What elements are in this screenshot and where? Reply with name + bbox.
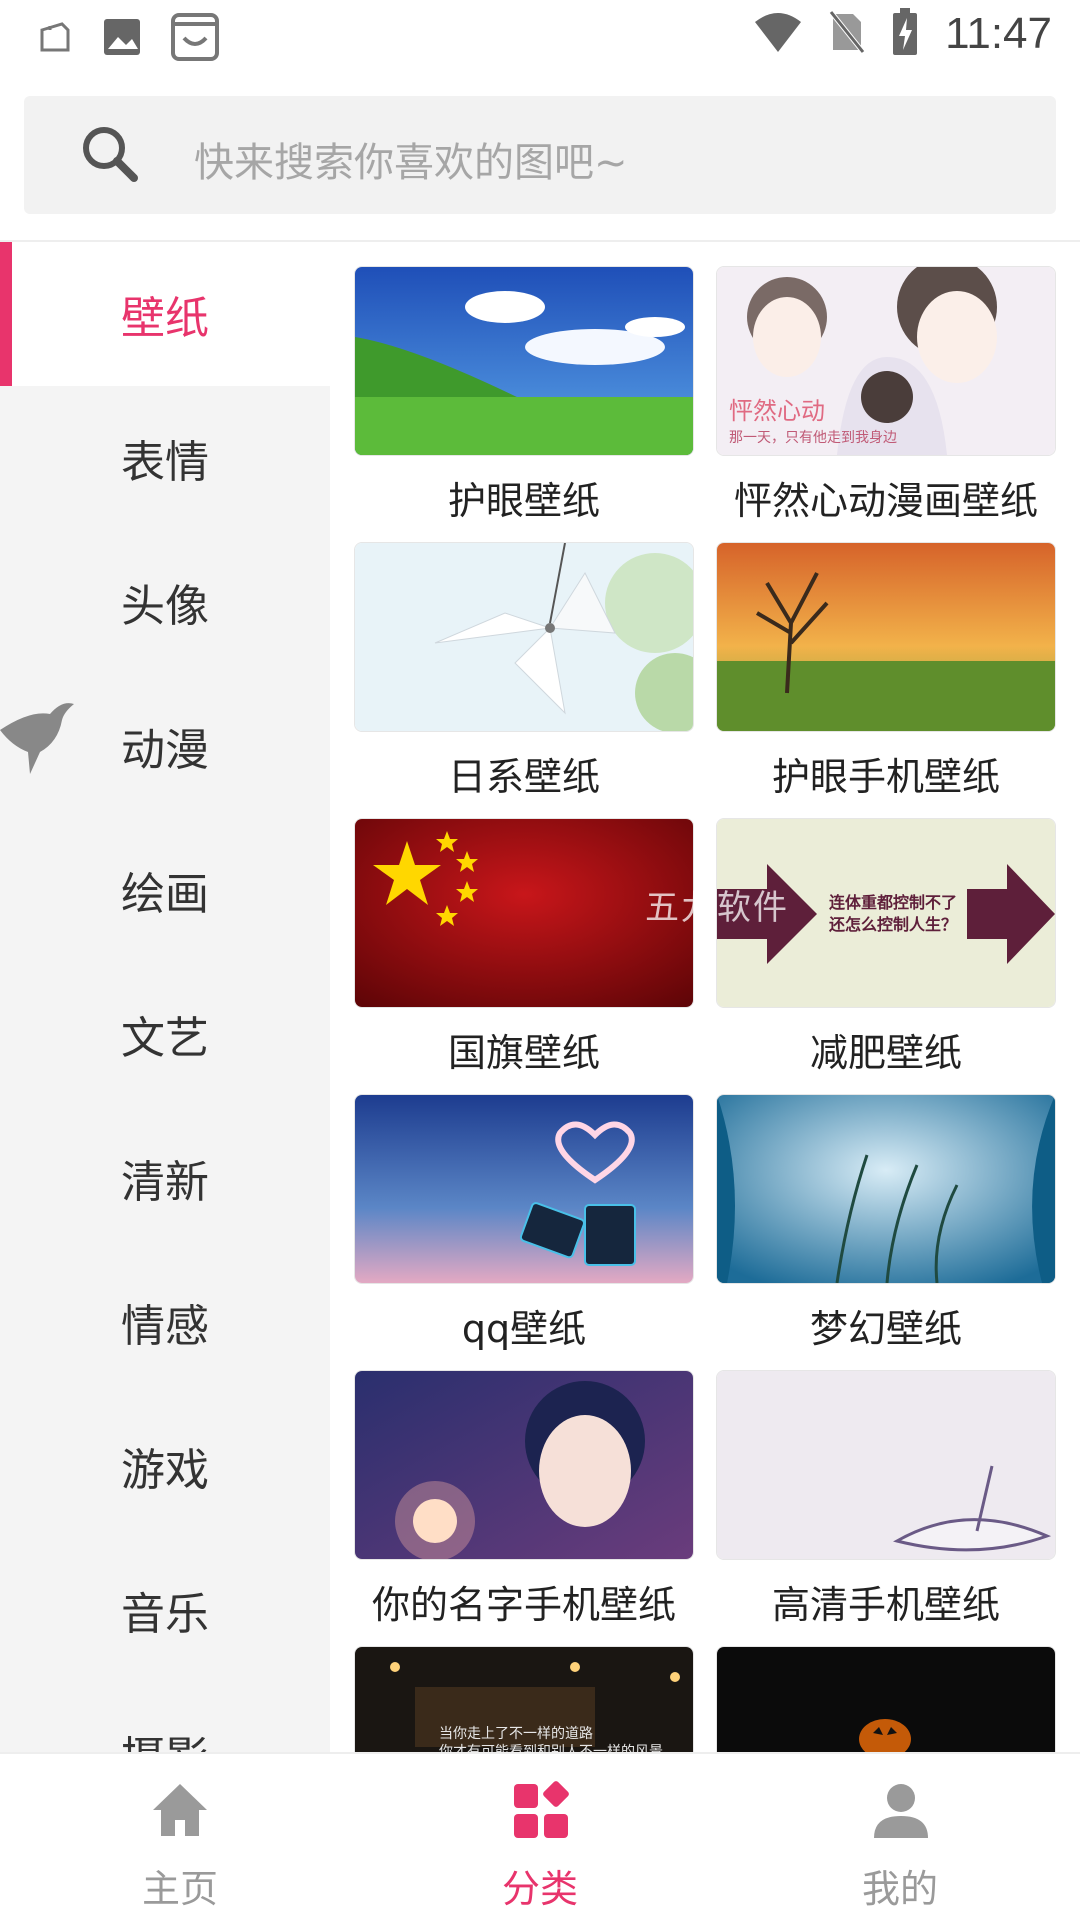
thumb-subtitle: 你才有可能看到和别人不一样的风景 (439, 1744, 663, 1752)
sidebar-item-label: 摄影 (121, 1722, 209, 1752)
category-sidebar[interactable]: 壁纸 表情 头像 动漫 绘画 文艺 清新 情感 游戏 音乐 摄影 (0, 242, 330, 1752)
search-icon (76, 120, 146, 190)
grid-item[interactable]: 国旗壁纸 (354, 818, 694, 1077)
sidebar-item-fresh[interactable]: 清新 (0, 1106, 330, 1250)
nav-category[interactable]: 分类 (360, 1754, 720, 1922)
grid-item-label: 国旗壁纸 (447, 1031, 600, 1075)
bottom-navigation: 主页 分类 我的 (0, 1752, 1080, 1922)
grid-item-label: 日系壁纸 (447, 755, 600, 799)
grid-item[interactable] (716, 1646, 1056, 1752)
home-icon (149, 1780, 211, 1842)
grid-item-label: 怦然心动漫画壁纸 (733, 479, 1038, 523)
national-flag-thumbnail[interactable] (354, 818, 694, 1008)
sidebar-item-label: 头像 (121, 581, 209, 632)
pinwheel-thumbnail[interactable] (354, 542, 694, 732)
sidebar-item-label: 动漫 (121, 725, 209, 776)
grid-item[interactable]: 日系壁纸 (354, 542, 694, 801)
night-street-thumbnail[interactable]: 当你走上了不一样的道路 你才有可能看到和别人不一样的风景 (354, 1646, 694, 1752)
umbrella-thumbnail[interactable] (716, 1370, 1056, 1560)
search-placeholder[interactable]: 快来搜索你喜欢的图吧~ (194, 130, 628, 188)
sidebar-item-label: 绘画 (121, 869, 209, 920)
nav-home[interactable]: 主页 (0, 1754, 360, 1922)
wallpaper-grid[interactable]: 护眼壁纸 怦然心动 那一天，只有他走到我身边 怦然心动漫画壁纸 日系壁纸 护眼手… (330, 242, 1080, 1752)
thumb-subtitle: 那一天，只有他走到我身边 (729, 430, 897, 446)
sidebar-item-emotion[interactable]: 情感 (0, 1250, 330, 1394)
dream-moon-thumbnail[interactable] (716, 1094, 1056, 1284)
sunset-tree-thumbnail[interactable] (716, 542, 1056, 732)
grid-item-label: 高清手机壁纸 (771, 1583, 1000, 1627)
image-notification-icon (102, 17, 142, 61)
notification-icons (36, 12, 220, 66)
search-bar[interactable]: 快来搜索你喜欢的图吧~ (24, 96, 1056, 214)
nav-label: 我的 (861, 1867, 938, 1911)
grid-item-label: 减肥壁纸 (809, 1031, 962, 1075)
active-indicator (0, 242, 12, 386)
grid-item[interactable]: 护眼手机壁纸 (716, 542, 1056, 801)
lighter-heart-thumbnail[interactable] (354, 1094, 694, 1284)
status-bar: 11:47 (0, 0, 1080, 72)
battery-charging-icon (891, 8, 919, 60)
sidebar-item-emoji[interactable]: 表情 (0, 386, 330, 530)
sidebar-item-label: 文艺 (121, 1013, 209, 1064)
grid-item[interactable]: 连体重都控制不了 还怎么控制人生？ 减肥壁纸 (716, 818, 1056, 1077)
sidebar-item-label: 音乐 (121, 1589, 209, 1640)
thumb-subtitle: 还怎么控制人生？ (829, 915, 958, 934)
grid-item[interactable]: 高清手机壁纸 (716, 1370, 1056, 1629)
grid-item[interactable]: 你的名字手机壁纸 (354, 1370, 694, 1629)
grid-item[interactable]: qq壁纸 (354, 1094, 694, 1353)
grid-item[interactable]: 怦然心动 那一天，只有他走到我身边 怦然心动漫画壁纸 (716, 266, 1056, 525)
category-icon (510, 1780, 572, 1842)
sidebar-item-label: 清新 (121, 1157, 209, 1208)
bag-notification-icon (36, 18, 74, 60)
manga-couple-thumbnail[interactable]: 怦然心动 那一天，只有他走到我身边 (716, 266, 1056, 456)
grid-item-label: 护眼壁纸 (447, 479, 600, 523)
wifi-icon (753, 12, 803, 56)
grid-item-label: qq壁纸 (461, 1307, 587, 1351)
your-name-thumbnail[interactable] (354, 1370, 694, 1560)
sidebar-item-game[interactable]: 游戏 (0, 1394, 330, 1538)
thumb-title: 怦然心动 (729, 397, 825, 425)
sidebar-item-music[interactable]: 音乐 (0, 1538, 330, 1682)
grid-item[interactable]: 梦幻壁纸 (716, 1094, 1056, 1353)
thumb-title: 当你走上了不一样的道路 (439, 1726, 593, 1742)
inbox-notification-icon (170, 12, 220, 66)
grid-item[interactable]: 当你走上了不一样的道路 你才有可能看到和别人不一样的风景 (354, 1646, 694, 1752)
sidebar-item-painting[interactable]: 绘画 (0, 818, 330, 962)
sidebar-item-photography[interactable]: 摄影 (0, 1682, 330, 1752)
thumb-title: 连体重都控制不了 (829, 893, 958, 912)
sidebar-item-label: 游戏 (121, 1445, 209, 1496)
nav-label: 分类 (501, 1867, 578, 1911)
user-icon (870, 1780, 932, 1842)
swallow-icon (0, 690, 80, 784)
sidebar-item-wallpaper[interactable]: 壁纸 (0, 242, 330, 386)
no-sim-icon (829, 10, 866, 58)
grassland-thumbnail[interactable] (354, 266, 694, 456)
grid-item-label: 护眼手机壁纸 (771, 755, 1000, 799)
sidebar-item-label: 壁纸 (121, 293, 209, 344)
clock: 11:47 (945, 9, 1052, 58)
sidebar-item-label: 情感 (121, 1301, 209, 1352)
sidebar-item-literary[interactable]: 文艺 (0, 962, 330, 1106)
pumpkin-thumbnail[interactable] (716, 1646, 1056, 1752)
grid-item-label: 梦幻壁纸 (809, 1307, 962, 1351)
grid-item[interactable]: 护眼壁纸 (354, 266, 694, 525)
grid-item-label: 你的名字手机壁纸 (371, 1583, 676, 1627)
watermark: 五九软件 (645, 888, 789, 928)
sidebar-item-label: 表情 (121, 437, 209, 488)
nav-profile[interactable]: 我的 (720, 1754, 1080, 1922)
nav-label: 主页 (141, 1867, 218, 1911)
sidebar-item-avatar[interactable]: 头像 (0, 530, 330, 674)
